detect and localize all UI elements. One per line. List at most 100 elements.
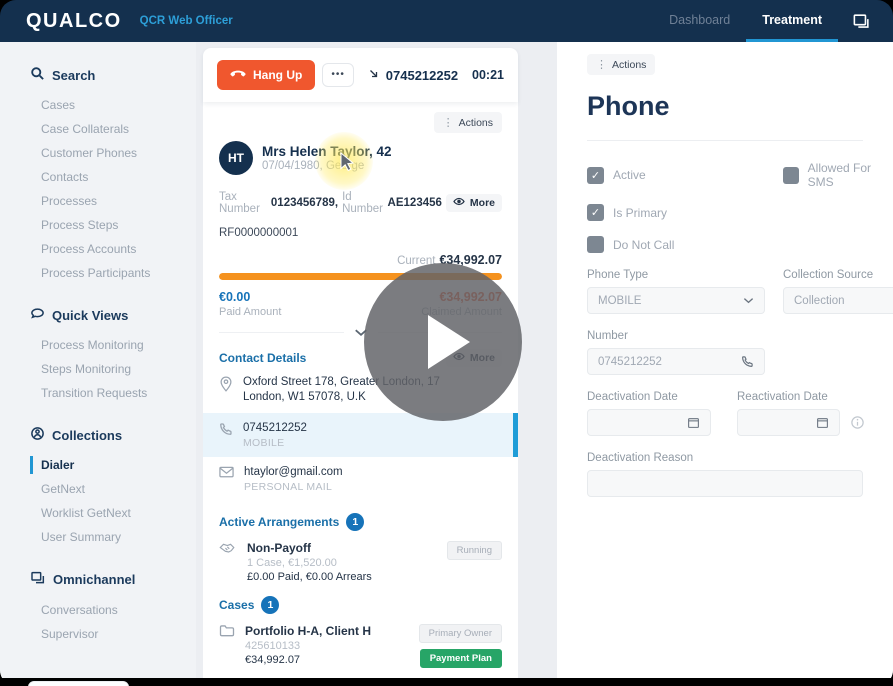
sidebar-item-cases[interactable]: Cases: [30, 96, 196, 114]
video-play-button[interactable]: [364, 263, 522, 421]
sidebar-item-transition-requests[interactable]: Transition Requests: [30, 384, 196, 402]
customer-name: Mrs Helen Taylor, 42: [262, 144, 392, 160]
chevron-down-icon: [743, 297, 754, 304]
eye-icon: [453, 197, 465, 209]
sidebar-section-omnichannel: Omnichannel: [30, 570, 196, 589]
checkbox-unchecked-icon: ✓: [783, 167, 799, 184]
sidebar-item-case-collaterals[interactable]: Case Collaterals: [30, 120, 196, 138]
deactivation-reason-input[interactable]: [587, 470, 863, 497]
folder-icon: [219, 624, 235, 642]
call-header: Hang Up ••• 0745212252 00:21: [203, 48, 518, 102]
sidebar-section-quick-views: Quick Views: [30, 306, 196, 324]
location-pin-icon: [219, 376, 233, 392]
detail-actions-button[interactable]: ⋮ Actions: [587, 54, 655, 75]
identity-row: Tax Number 0123456789, Id Number AE12345…: [219, 191, 502, 215]
info-icon: [850, 415, 865, 430]
contact-email: htaylor@gmail.com: [244, 465, 343, 480]
omnichannel-icon: [30, 570, 46, 589]
hang-up-button[interactable]: Hang Up: [217, 60, 315, 90]
active-call-number: 0745212252: [368, 68, 458, 83]
inbound-call-icon: [368, 68, 380, 83]
identity-more-button[interactable]: More: [446, 194, 502, 212]
avatar: HT: [219, 141, 253, 175]
product-name: QCR Web Officer: [140, 15, 233, 27]
kebab-icon: ⋮: [443, 116, 454, 129]
page-title: Phone: [587, 91, 893, 122]
sidebar-section-collections: Collections: [30, 426, 196, 444]
customer-meta: 07/04/1980, George: [262, 160, 392, 172]
search-icon: [30, 66, 45, 84]
sidebar-item-process-participants[interactable]: Process Participants: [30, 264, 196, 282]
case-item[interactable]: Portfolio H-A, Client H 425610133 €34,99…: [219, 624, 502, 668]
checkbox-unchecked-icon: ✓: [587, 236, 604, 253]
phone-type-select[interactable]: MOBILE: [587, 287, 765, 314]
sidebar-item-contacts[interactable]: Contacts: [30, 168, 196, 186]
sidebar-item-process-accounts[interactable]: Process Accounts: [30, 240, 196, 258]
tax-number: 0123456789,: [271, 197, 338, 209]
sidebar-item-conversations[interactable]: Conversations: [30, 601, 196, 619]
checkbox-do-not-call[interactable]: ✓ Do Not Call: [587, 236, 783, 253]
reactivation-date-label: Reactivation Date: [737, 391, 865, 403]
phone-row-selected[interactable]: 0745212252 MOBILE: [203, 413, 518, 457]
collection-source-input[interactable]: Collection: [783, 287, 893, 314]
sidebar-item-processes[interactable]: Processes: [30, 192, 196, 210]
deactivation-date-input[interactable]: [587, 409, 711, 436]
reactivation-date-input[interactable]: [737, 409, 840, 436]
arrangements-header: Active Arrangements 1: [219, 513, 502, 531]
sidebar-item-steps-monitoring[interactable]: Steps Monitoring: [30, 360, 196, 378]
email-row[interactable]: htaylor@gmail.com PERSONAL MAIL: [203, 457, 518, 501]
sidebar-item-worklist-getnext[interactable]: Worklist GetNext: [30, 504, 196, 522]
chat-icon[interactable]: [852, 12, 871, 31]
call-actions-button[interactable]: ⋮ Actions: [434, 112, 502, 133]
tab-dashboard[interactable]: Dashboard: [653, 0, 746, 42]
arrangement-status-badge: Running: [447, 541, 502, 560]
sidebar-item-dialer[interactable]: Dialer: [30, 456, 196, 474]
checkbox-active[interactable]: ✓ Active: [587, 161, 783, 189]
id-number: AE123456: [388, 197, 442, 209]
quick-views-icon: [30, 306, 45, 324]
top-navbar: QUALCO QCR Web Officer Dashboard Treatme…: [0, 0, 893, 42]
sidebar-section-search: Search: [30, 66, 196, 84]
play-icon: [428, 315, 470, 369]
arrangement-item[interactable]: Non-Payoff 1 Case, €1,520.00 £0.00 Paid,…: [219, 541, 502, 584]
phone-icon: [741, 355, 754, 368]
customer-summary: HT Mrs Helen Taylor, 42 07/04/1980, Geor…: [219, 141, 502, 175]
call-more-button[interactable]: •••: [322, 63, 354, 87]
tab-treatment[interactable]: Treatment: [746, 0, 838, 42]
case-role-badge: Primary Owner: [419, 624, 502, 643]
reports-button[interactable]: Reports 1: [28, 681, 129, 686]
phone-type-label: Phone Type: [587, 269, 765, 281]
nav-tabs: Dashboard Treatment: [653, 0, 871, 42]
collection-source-label: Collection Source: [783, 269, 893, 281]
checkbox-checked-icon: ✓: [587, 204, 604, 221]
sidebar-item-customer-phones[interactable]: Customer Phones: [30, 144, 196, 162]
qualco-logo: QUALCO: [26, 10, 122, 33]
call-timer: 00:21: [472, 68, 504, 82]
sidebar-item-getnext[interactable]: GetNext: [30, 480, 196, 498]
payment-plan-badge: Payment Plan: [420, 649, 502, 668]
reference-number: RF0000000001: [219, 227, 502, 239]
sidebar-item-process-monitoring[interactable]: Process Monitoring: [30, 336, 196, 354]
sidebar-item-user-summary[interactable]: User Summary: [30, 528, 196, 546]
checkbox-is-primary[interactable]: ✓ Is Primary: [587, 204, 783, 221]
deactivation-date-label: Deactivation Date: [587, 391, 711, 403]
checkbox-checked-icon: ✓: [587, 167, 604, 184]
calendar-icon: [816, 416, 829, 429]
kebab-icon: ⋮: [596, 58, 607, 71]
contact-phone: 0745212252: [243, 421, 307, 436]
collections-icon: [30, 426, 45, 444]
checkbox-allowed-for-sms[interactable]: ✓ Allowed For SMS: [783, 161, 893, 189]
arrangements-count-badge: 1: [346, 513, 364, 531]
cases-header: Cases 1: [219, 596, 502, 614]
phone-icon: [219, 422, 233, 436]
paid-amount: €0.00 Paid Amount: [219, 290, 281, 318]
envelope-icon: [219, 466, 234, 478]
sidebar-item-supervisor[interactable]: Supervisor: [30, 625, 196, 643]
number-input[interactable]: 0745212252: [587, 348, 765, 375]
number-label: Number: [587, 330, 893, 342]
sidebar-item-process-steps[interactable]: Process Steps: [30, 216, 196, 234]
handshake-icon: [219, 541, 237, 559]
calendar-icon: [687, 416, 700, 429]
phone-detail-panel: ⋮ Actions Phone ✓ Active ✓ Allowed For S…: [557, 42, 893, 678]
hangup-phone-icon: [230, 68, 246, 82]
